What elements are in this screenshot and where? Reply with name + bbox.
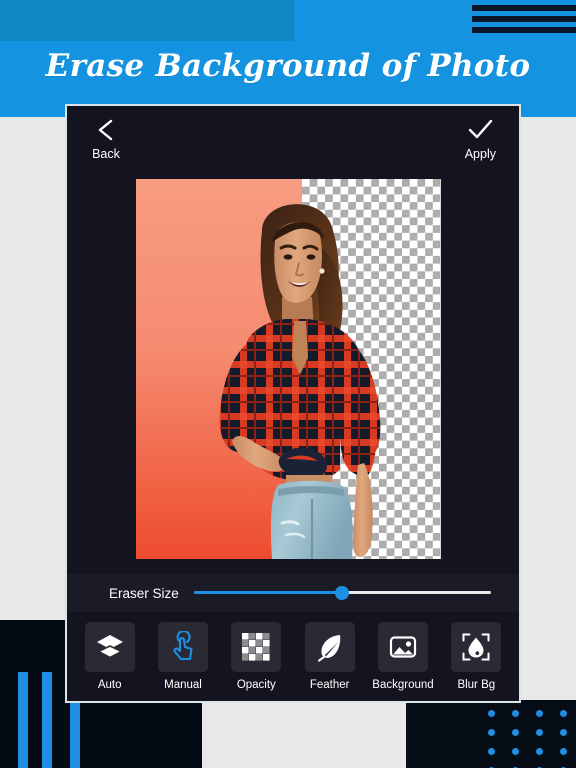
apply-button-label: Apply [464, 147, 496, 161]
tool-feather[interactable]: Feather [297, 622, 363, 691]
decoration-dot [488, 748, 495, 755]
back-button[interactable]: Back [92, 116, 120, 161]
header-stripe-line [472, 16, 576, 22]
tool-auto[interactable]: Auto [77, 622, 143, 691]
tool-feather-icon-box[interactable] [304, 622, 355, 672]
tool-background-icon-box[interactable] [377, 622, 428, 672]
eraser-size-label: Eraser Size [109, 585, 179, 601]
header-stripes-decoration [472, 5, 576, 33]
app-window: Back Apply Eraser Size Auto Manual Opaci… [65, 104, 521, 703]
tool-opacity-label: Opacity [236, 679, 276, 691]
tool-auto-label: Auto [97, 679, 122, 691]
decoration-dot [488, 710, 495, 717]
tool-background[interactable]: Background [370, 622, 436, 691]
checkerboard-icon [241, 632, 271, 662]
check-icon [466, 116, 494, 144]
header-stripe-line [472, 27, 576, 33]
tool-opacity-icon-box[interactable] [231, 622, 282, 672]
photo-preview[interactable] [136, 179, 441, 559]
apply-button[interactable]: Apply [465, 116, 496, 161]
header-stripe-line [472, 5, 576, 11]
slider-thumb[interactable] [335, 586, 350, 600]
decoration-dot [536, 710, 543, 717]
tool-blur-bg[interactable]: Blur Bg [443, 622, 509, 691]
decoration-dot [560, 729, 567, 736]
decoration-dot [560, 710, 567, 717]
feather-icon [314, 631, 346, 663]
eraser-size-row: Eraser Size [67, 574, 519, 612]
bottom-right-dot-grid [488, 710, 576, 768]
tool-blur-bg-icon-box[interactable] [451, 622, 502, 672]
decoration-dot [512, 729, 519, 736]
tool-manual-icon-box[interactable] [157, 622, 208, 672]
decoration-dot [488, 729, 495, 736]
bottom-left-bar [70, 703, 80, 768]
decoration-dot [560, 748, 567, 755]
tool-blur-bg-label: Blur Bg [457, 679, 496, 691]
editor-canvas[interactable] [67, 174, 519, 574]
decoration-dot [536, 748, 543, 755]
slider-fill [193, 591, 343, 594]
bottom-left-bar [18, 672, 28, 768]
bottom-left-bar [42, 672, 52, 768]
eraser-size-slider[interactable] [193, 584, 491, 602]
decoration-dot [512, 748, 519, 755]
decoration-dot [536, 729, 543, 736]
back-button-label: Back [92, 147, 120, 161]
droplet-focus-icon [460, 631, 492, 663]
tool-opacity[interactable]: Opacity [223, 622, 289, 691]
tool-auto-icon-box[interactable] [84, 622, 135, 672]
tool-manual-label: Manual [164, 679, 202, 691]
decoration-dot [512, 710, 519, 717]
tools-toolbar: Auto Manual Opacity Feather Background B… [67, 612, 519, 701]
tool-feather-label: Feather [309, 679, 350, 691]
subject-photo-figure [219, 204, 381, 559]
page-title: Erase Background of Photo [45, 48, 531, 84]
header-accent-rectangle [0, 0, 294, 41]
tool-manual[interactable]: Manual [150, 622, 216, 691]
layers-icon [94, 631, 126, 663]
image-icon [387, 631, 419, 663]
tool-background-label: Background [372, 679, 434, 691]
touch-hand-icon [167, 631, 199, 663]
chevron-left-icon [92, 116, 120, 144]
app-topbar: Back Apply [67, 106, 519, 174]
